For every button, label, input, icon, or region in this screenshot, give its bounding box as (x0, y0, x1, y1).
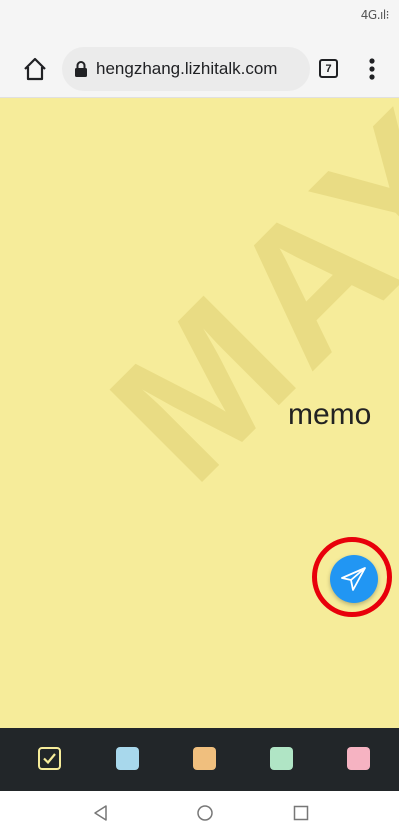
tab-count: 7 (319, 59, 338, 78)
home-icon[interactable] (22, 56, 48, 82)
color-picker-bar (0, 728, 399, 791)
network-status: 4G.ıl⁝ (360, 8, 390, 22)
send-button[interactable] (330, 555, 378, 603)
home-circle-icon[interactable] (196, 804, 214, 822)
browser-toolbar: hengzhang.lizhitalk.com 7 (0, 40, 399, 98)
address-bar[interactable]: hengzhang.lizhitalk.com (62, 47, 310, 91)
system-nav-bar (0, 791, 399, 834)
swatch-blue[interactable] (116, 747, 139, 770)
memo-canvas[interactable]: MAY memo (0, 98, 399, 728)
swatch-orange[interactable] (193, 747, 216, 770)
back-triangle-icon[interactable] (92, 804, 110, 822)
tab-switcher-button[interactable]: 7 (317, 57, 339, 79)
lock-icon (74, 61, 88, 77)
check-icon (43, 753, 56, 765)
more-vert-icon[interactable] (364, 55, 380, 83)
swatch-yellow-selected[interactable] (38, 747, 61, 770)
url-text: hengzhang.lizhitalk.com (96, 59, 278, 78)
status-bar: 4G.ıl⁝ (0, 0, 399, 40)
watermark: MAY (72, 98, 399, 521)
memo-text[interactable]: memo (288, 398, 371, 432)
paper-plane-icon (341, 567, 366, 591)
swatch-green[interactable] (270, 747, 293, 770)
swatch-pink[interactable] (347, 747, 370, 770)
recents-square-icon[interactable] (292, 804, 310, 822)
